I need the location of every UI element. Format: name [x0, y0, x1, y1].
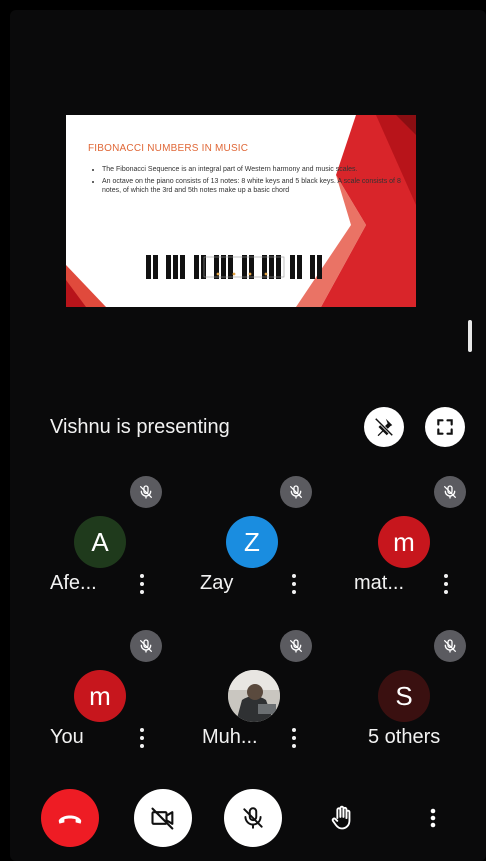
mic-off-icon [444, 485, 456, 499]
participant-tile[interactable]: A Afe... [48, 476, 188, 616]
end-call-icon [58, 815, 82, 824]
avatar: S [378, 670, 430, 722]
participant-name: Muh... [202, 726, 258, 748]
participant-more-button[interactable] [436, 571, 456, 597]
mic-off-icon [140, 639, 152, 653]
slide-bullet: The Fibonacci Sequence is an integral pa… [102, 165, 402, 174]
participant-name: Zay [200, 572, 234, 594]
pin-off-icon [374, 417, 394, 437]
mic-off-icon [290, 485, 302, 499]
participant-more-button[interactable] [132, 571, 152, 597]
participant-more-button[interactable] [284, 571, 304, 597]
participant-name: You [50, 726, 84, 748]
camera-off-icon [151, 807, 174, 830]
mic-muted-badge [434, 476, 466, 508]
participant-tile[interactable]: m You [48, 630, 188, 770]
participant-name: mat... [354, 572, 405, 594]
piano-keys-illustration [146, 255, 322, 279]
mic-off-icon [290, 639, 302, 653]
scrollbar-thumb[interactable] [468, 320, 472, 352]
more-options-button[interactable] [404, 789, 462, 847]
participant-tile[interactable]: m mat... [352, 476, 486, 616]
mic-off-icon [444, 639, 456, 653]
raise-hand-icon [331, 805, 351, 830]
participant-more-button[interactable] [284, 725, 304, 751]
end-call-button[interactable] [41, 789, 99, 847]
avatar: m [378, 516, 430, 568]
participant-name: 5 others [368, 726, 441, 748]
avatar: Z [226, 516, 278, 568]
slide-title: FIBONACCI NUMBERS IN MUSIC [88, 143, 249, 154]
more-vert-icon [430, 808, 436, 828]
participant-tile[interactable]: Muh... [200, 630, 340, 770]
mic-muted-badge [434, 630, 466, 662]
participant-more-button[interactable] [132, 725, 152, 751]
camera-toggle-button[interactable] [134, 789, 192, 847]
unpin-presentation-button[interactable] [364, 407, 404, 447]
fullscreen-icon [437, 419, 453, 435]
mic-off-icon [243, 807, 263, 829]
participant-name: Afe... [50, 572, 97, 594]
user-photo-icon [228, 670, 280, 722]
mic-toggle-button[interactable] [224, 789, 282, 847]
mic-muted-badge [130, 630, 162, 662]
participant-tile[interactable]: Z Zay [200, 476, 340, 616]
raise-hand-button[interactable] [313, 789, 371, 847]
mic-muted-badge [130, 476, 162, 508]
participant-tile-others[interactable]: S 5 others [352, 630, 486, 770]
mic-muted-badge [280, 630, 312, 662]
mic-off-icon [140, 485, 152, 499]
presentation-slide[interactable]: FIBONACCI NUMBERS IN MUSIC The Fibonacci… [66, 115, 416, 307]
fullscreen-button[interactable] [425, 407, 465, 447]
avatar: A [74, 516, 126, 568]
avatar: m [74, 670, 126, 722]
mic-muted-badge [280, 476, 312, 508]
slide-bullet: An octave on the piano consists of 13 no… [102, 177, 402, 195]
avatar-photo [228, 670, 280, 722]
slide-bullets: The Fibonacci Sequence is an integral pa… [90, 165, 402, 198]
presenting-label: Vishnu is presenting [50, 416, 230, 438]
